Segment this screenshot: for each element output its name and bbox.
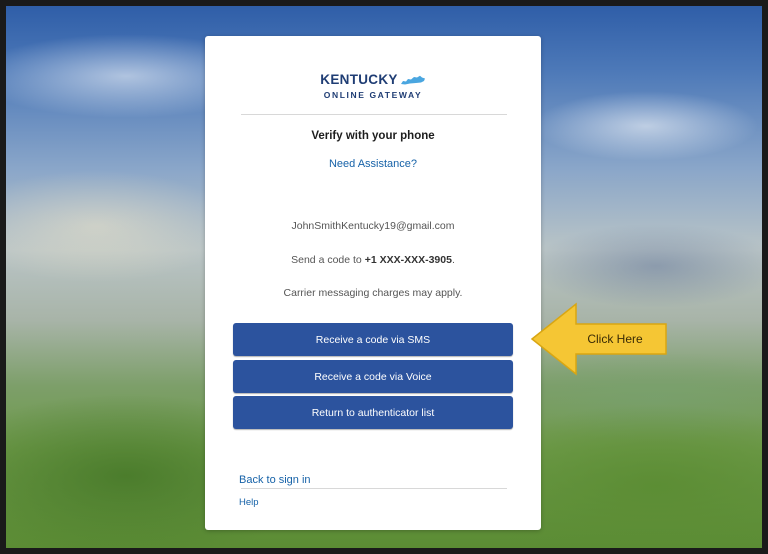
kentucky-online-gateway-logo: KENTUCKY ONLINE GATEWAY [205,71,541,100]
need-assistance-link[interactable]: Need Assistance? [205,158,541,170]
click-here-callout: Click Here [530,302,670,376]
logo-title: KENTUCKY [320,72,398,87]
send-code-text: Send a code to +1 XXX-XXX-3905. [291,254,455,266]
kentucky-state-icon [400,75,425,85]
return-to-authenticator-list-button[interactable]: Return to authenticator list [233,396,513,429]
help-link[interactable]: Help [239,497,259,508]
login-card: KENTUCKY ONLINE GATEWAY Verify with your… [205,36,541,530]
divider [241,488,507,489]
back-to-sign-in-link[interactable]: Back to sign in [239,474,311,486]
page-title: Verify with your phone [311,130,435,142]
receive-code-voice-button[interactable]: Receive a code via Voice [233,360,513,393]
logo-subtitle: ONLINE GATEWAY [323,90,423,100]
account-email: JohnSmithKentucky19@gmail.com [291,220,455,232]
receive-code-sms-button[interactable]: Receive a code via SMS [233,323,513,356]
carrier-charges-note: Carrier messaging charges may apply. [283,287,463,299]
masked-phone-number: +1 XXX-XXX-3905 [364,254,452,266]
divider [241,114,507,115]
callout-label: Click Here [587,332,643,346]
